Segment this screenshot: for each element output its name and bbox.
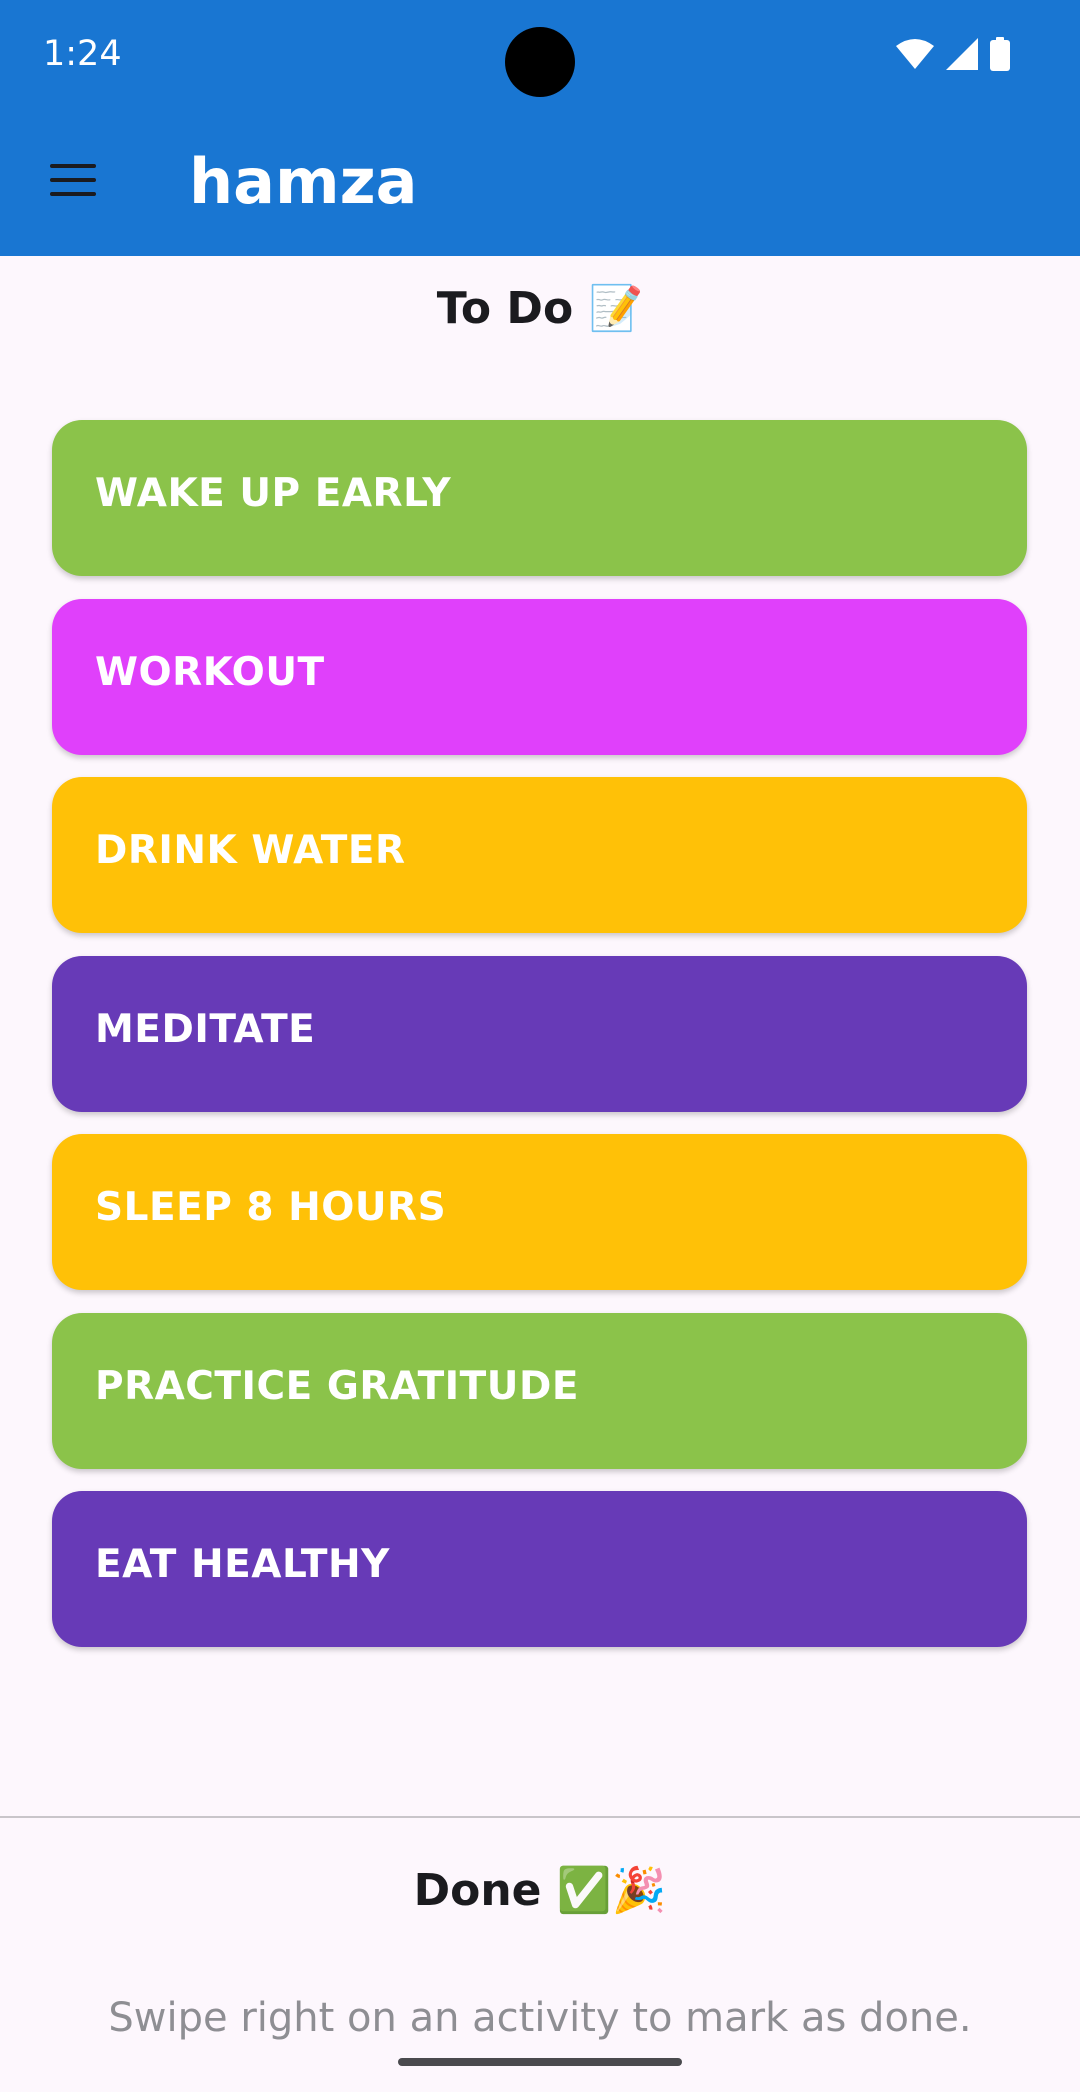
todo-title-text: To Do bbox=[436, 283, 574, 334]
activity-card[interactable]: DRINK WATER bbox=[52, 777, 1027, 933]
activity-card[interactable]: SLEEP 8 HOURS bbox=[52, 1134, 1027, 1290]
menu-icon-bar bbox=[50, 192, 96, 196]
wifi-icon bbox=[896, 39, 934, 69]
signal-icon bbox=[946, 38, 978, 70]
activity-card[interactable]: EAT HEALTHY bbox=[52, 1491, 1027, 1647]
status-time: 1:24 bbox=[43, 34, 122, 74]
activity-label: SLEEP 8 HOURS bbox=[95, 1184, 447, 1230]
activity-card[interactable]: WAKE UP EARLY bbox=[52, 420, 1027, 576]
done-section-title: Done ✅🎉 bbox=[0, 1864, 1080, 1916]
menu-icon bbox=[50, 164, 96, 168]
camera-cutout bbox=[505, 27, 575, 97]
activity-label: DRINK WATER bbox=[95, 827, 406, 873]
activity-card[interactable]: PRACTICE GRATITUDE bbox=[52, 1313, 1027, 1469]
app-title: hamza bbox=[189, 145, 418, 218]
app-bar: 1:24 hamza bbox=[0, 0, 1080, 256]
screen: 1:24 hamza To Do 📝 WAKE UP EARLY WORKOUT… bbox=[0, 0, 1080, 2092]
activity-label: MEDITATE bbox=[95, 1006, 316, 1052]
activity-label: PRACTICE GRATITUDE bbox=[95, 1363, 579, 1409]
battery-icon bbox=[990, 37, 1010, 71]
section-divider bbox=[0, 1816, 1080, 1818]
activity-label: WORKOUT bbox=[95, 649, 325, 695]
activity-label: WAKE UP EARLY bbox=[95, 470, 452, 516]
home-indicator[interactable] bbox=[398, 2058, 682, 2066]
memo-icon: 📝 bbox=[588, 283, 644, 334]
done-hint: Swipe right on an activity to mark as do… bbox=[108, 1995, 972, 2041]
activity-label: EAT HEALTHY bbox=[95, 1541, 390, 1587]
menu-button[interactable] bbox=[46, 160, 102, 200]
activity-card[interactable]: MEDITATE bbox=[52, 956, 1027, 1112]
status-icons bbox=[896, 36, 1010, 72]
done-title-text: Done bbox=[413, 1865, 542, 1916]
activity-card[interactable]: WORKOUT bbox=[52, 599, 1027, 755]
check-party-icon: ✅🎉 bbox=[556, 1865, 667, 1916]
todo-section-title: To Do 📝 bbox=[0, 282, 1080, 334]
menu-icon-bar bbox=[50, 178, 96, 182]
